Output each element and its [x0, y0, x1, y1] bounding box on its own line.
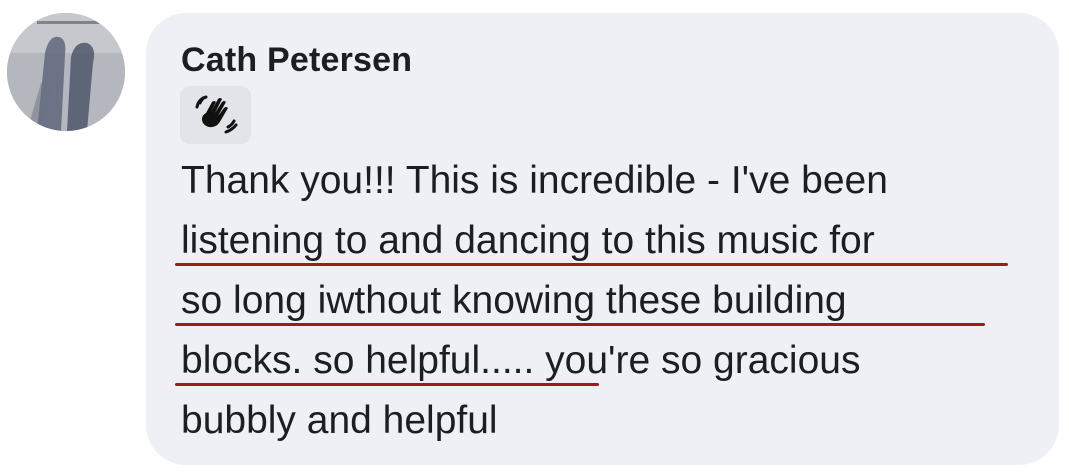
comment-line: Thank you!!! This is incredible - I've b…	[181, 151, 1041, 211]
comment-bubble: Cath Petersen Thank you!!! This is incre…	[146, 13, 1059, 465]
comment-line-text: so long iwthout knowing these building	[181, 279, 847, 322]
highlight-underline	[175, 383, 599, 386]
comment-line-text: blocks. so helpful..... you're so gracio…	[181, 339, 861, 382]
comment-line-text: listening to and dancing to this music f…	[181, 219, 875, 262]
comment-line: so long iwthout knowing these building	[175, 271, 1041, 331]
comment-line: blocks. so helpful..... you're so gracio…	[175, 331, 1041, 391]
comment-text: Thank you!!! This is incredible - I've b…	[175, 151, 1041, 451]
comment-line: bubbly and helpful	[181, 391, 1041, 451]
highlight-underline	[175, 323, 985, 326]
waving-hand-icon	[195, 95, 238, 134]
avatar[interactable]	[7, 13, 125, 131]
reaction-badge[interactable]	[180, 86, 251, 144]
comment-line: listening to and dancing to this music f…	[175, 211, 1041, 271]
comment-author[interactable]: Cath Petersen	[181, 41, 412, 80]
avatar-photo	[7, 13, 125, 131]
highlight-underline	[175, 263, 1008, 266]
comment-line-text: bubbly and helpful	[181, 399, 498, 442]
comment-line-text: Thank you!!! This is incredible - I've b…	[181, 159, 888, 202]
